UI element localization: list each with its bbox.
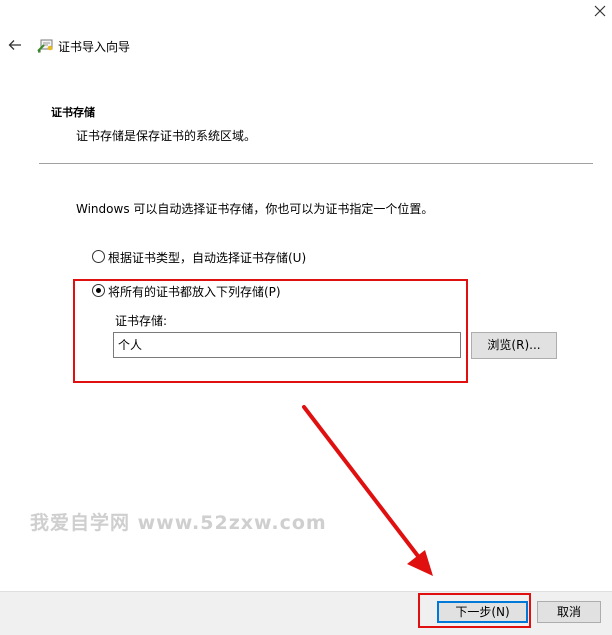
section-title: 证书存储 [51,106,95,119]
watermark-text: 我爱自学网 www.52zxw.com [30,512,327,534]
annotation-next-highlight [418,593,531,628]
radio-auto-select-label[interactable]: 根据证书类型，自动选择证书存储(U) [108,249,306,266]
close-icon[interactable] [593,4,607,18]
annotation-highlight-box [73,279,468,383]
window-title: 证书导入向导 [58,40,131,54]
certificate-wizard-icon [37,39,53,53]
header-divider [39,163,593,164]
section-description: 证书存储是保存证书的系统区域。 [76,129,257,143]
back-arrow-icon[interactable] [8,38,22,52]
radio-auto-select[interactable] [92,250,105,263]
cancel-button[interactable]: 取消 [537,601,601,623]
intro-text: Windows 可以自动选择证书存储，你也可以为证书指定一个位置。 [76,202,434,216]
browse-button[interactable]: 浏览(R)... [471,332,557,359]
